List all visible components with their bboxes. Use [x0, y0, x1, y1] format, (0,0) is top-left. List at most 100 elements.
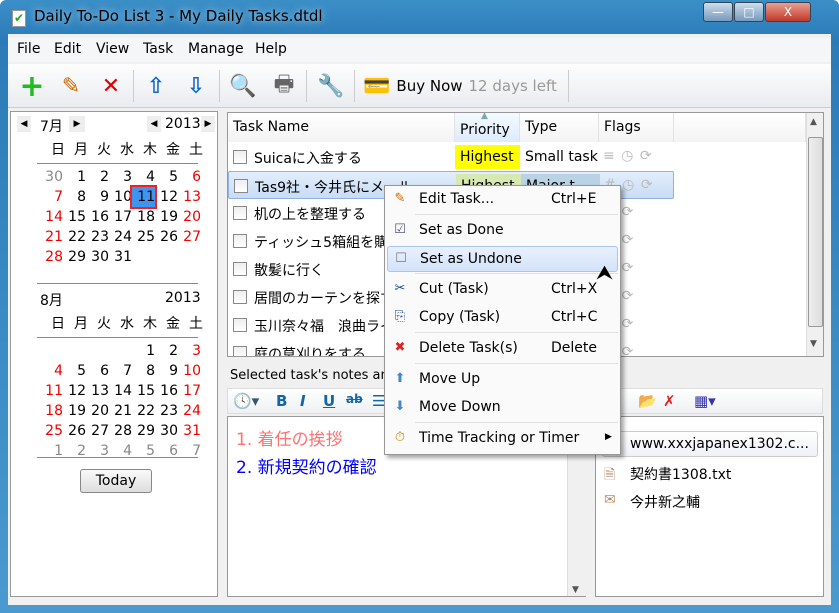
calendar-day[interactable]: 11	[130, 185, 157, 209]
settings-wrench-button[interactable]: 🔧	[315, 70, 347, 102]
calendar-day[interactable]: 19	[63, 401, 86, 421]
calendar-day[interactable]: 26	[63, 421, 86, 441]
strikethrough-icon[interactable]: ab	[346, 392, 363, 406]
task-checkbox[interactable]	[233, 318, 247, 332]
calendar-day[interactable]: 21	[40, 227, 63, 247]
italic-icon[interactable]: I	[300, 392, 306, 410]
context-menu-item-time-tracking-or-timer[interactable]: ⏱ Time Tracking or Timer ▶	[387, 426, 618, 452]
buy-now-button[interactable]: 💳 Buy Now 12 days left	[363, 70, 557, 102]
calendar-day[interactable]: 16	[86, 207, 109, 227]
task-row[interactable]: Suicaに入金する Highest Small task ≡ ◷ ⟳	[228, 143, 806, 171]
calendar-day[interactable]: 3	[178, 341, 201, 361]
title-bar[interactable]: ✔ Daily To-Do List 3 - My Daily Tasks.dt…	[0, 0, 839, 34]
calendar-day[interactable]: 9	[86, 187, 109, 207]
calendar-day[interactable]: 4	[132, 167, 155, 187]
calendar-day[interactable]: 16	[155, 381, 178, 401]
prev-year-button[interactable]: ◀	[147, 116, 161, 132]
calendar-day[interactable]: 5	[63, 361, 86, 381]
calendar-day[interactable]: 15	[132, 381, 155, 401]
minimize-button[interactable]: —	[703, 2, 733, 22]
calendar-day[interactable]: 14	[109, 381, 132, 401]
calendar-day[interactable]: 17	[109, 207, 132, 227]
column-header-flags[interactable]: Flags	[599, 113, 674, 142]
calendar-day[interactable]: 25	[132, 227, 155, 247]
edit-task-button[interactable]: ✎	[55, 70, 87, 102]
prev-month-button[interactable]: ◀	[17, 116, 31, 132]
link-item[interactable]: 契約書1308.txt	[630, 464, 731, 484]
bold-icon[interactable]: B	[276, 392, 287, 410]
next-year-button[interactable]: ▶	[201, 116, 215, 132]
calendar-day[interactable]: 15	[63, 207, 86, 227]
open-folder-icon[interactable]: 📂	[638, 392, 657, 410]
calendar-day[interactable]: 7	[40, 187, 63, 207]
calendar-day[interactable]: 21	[109, 401, 132, 421]
calendar-day[interactable]: 8	[132, 361, 155, 381]
calendar-day[interactable]: 10	[109, 187, 132, 207]
link-item[interactable]: 今井新之輔	[630, 492, 700, 512]
calendar-day[interactable]: 12	[155, 187, 178, 207]
remove-link-icon[interactable]: ✗	[663, 392, 676, 410]
calendar-day[interactable]: 3	[109, 167, 132, 187]
calendar-day[interactable]: 29	[63, 247, 86, 267]
calendar-day[interactable]: 24	[178, 401, 201, 421]
calendar-day[interactable]: 19	[155, 207, 178, 227]
task-list-scrollbar[interactable]: ▲ ▼	[806, 113, 823, 356]
calendar-day[interactable]: 29	[132, 421, 155, 441]
task-checkbox[interactable]	[233, 346, 247, 356]
calendar-day[interactable]: 14	[40, 207, 63, 227]
calendar-day[interactable]: 30	[86, 247, 109, 267]
calendar-day[interactable]: 6	[155, 441, 178, 461]
scrollbar-thumb[interactable]	[808, 137, 823, 327]
calendar-day[interactable]: 9	[155, 361, 178, 381]
task-checkbox[interactable]	[233, 262, 247, 276]
calendar-day[interactable]: 6	[86, 361, 109, 381]
link-item[interactable]: www.xxxjapanex1302.c...	[630, 436, 809, 452]
calendar-day[interactable]: 7	[109, 361, 132, 381]
add-task-button[interactable]: +	[16, 69, 48, 104]
calendar-day[interactable]: 23	[86, 227, 109, 247]
menu-view[interactable]: View	[96, 41, 129, 57]
calendar-day[interactable]: 10	[178, 361, 201, 381]
calendar-day[interactable]: 6	[178, 167, 201, 187]
calendar-day[interactable]: 2	[155, 341, 178, 361]
calendar-day[interactable]: 13	[86, 381, 109, 401]
menu-file[interactable]: File	[17, 41, 40, 57]
context-menu-item-edit-task[interactable]: ✎ Edit Task... Ctrl+E	[387, 187, 618, 213]
close-button[interactable]: X	[765, 2, 811, 22]
calendar-day[interactable]: 23	[155, 401, 178, 421]
today-button[interactable]: Today	[80, 469, 152, 493]
calendar-day[interactable]: 26	[155, 227, 178, 247]
calendar-day[interactable]: 5	[132, 441, 155, 461]
scroll-up-arrow[interactable]: ▲	[810, 117, 817, 127]
calendar-day[interactable]: 17	[178, 381, 201, 401]
column-header-task-name[interactable]: Task Name	[228, 113, 455, 142]
calendar-day[interactable]: 12	[63, 381, 86, 401]
calendar-day[interactable]: 2	[63, 441, 86, 461]
delete-task-button[interactable]: ✕	[95, 70, 127, 102]
calendar-day[interactable]: 28	[109, 421, 132, 441]
menu-help[interactable]: Help	[255, 41, 287, 57]
context-menu-item-set-as-undone[interactable]: ☐ Set as Undone	[387, 246, 618, 272]
calendar-day[interactable]: 22	[132, 401, 155, 421]
task-checkbox[interactable]	[233, 206, 247, 220]
move-up-button[interactable]: ⇧	[140, 70, 172, 102]
calendar-day[interactable]: 31	[178, 421, 201, 441]
calendar-day[interactable]: 1	[132, 341, 155, 361]
context-menu-item-delete-task-s[interactable]: ✖ Delete Task(s) Delete	[387, 336, 618, 362]
task-checkbox[interactable]	[233, 150, 247, 164]
column-header-type[interactable]: Type	[520, 113, 599, 142]
calendar-day[interactable]: 28	[40, 247, 63, 267]
table-icon[interactable]: ▦▾	[694, 392, 716, 410]
calendar-day[interactable]: 1	[63, 167, 86, 187]
calendar-day[interactable]: 20	[86, 401, 109, 421]
calendar-day[interactable]: 30	[155, 421, 178, 441]
task-checkbox[interactable]	[234, 179, 248, 193]
calendar-day[interactable]: 18	[132, 207, 155, 227]
calendar-day[interactable]: 18	[40, 401, 63, 421]
scroll-down-arrow[interactable]: ▼	[572, 585, 579, 595]
context-menu-item-copy-task[interactable]: ⎘ Copy (Task) Ctrl+C	[387, 305, 618, 331]
underline-icon[interactable]: U	[323, 392, 335, 410]
next-month-button[interactable]: ▶	[69, 116, 85, 132]
menu-manage[interactable]: Manage	[188, 41, 244, 57]
task-checkbox[interactable]	[233, 234, 247, 248]
